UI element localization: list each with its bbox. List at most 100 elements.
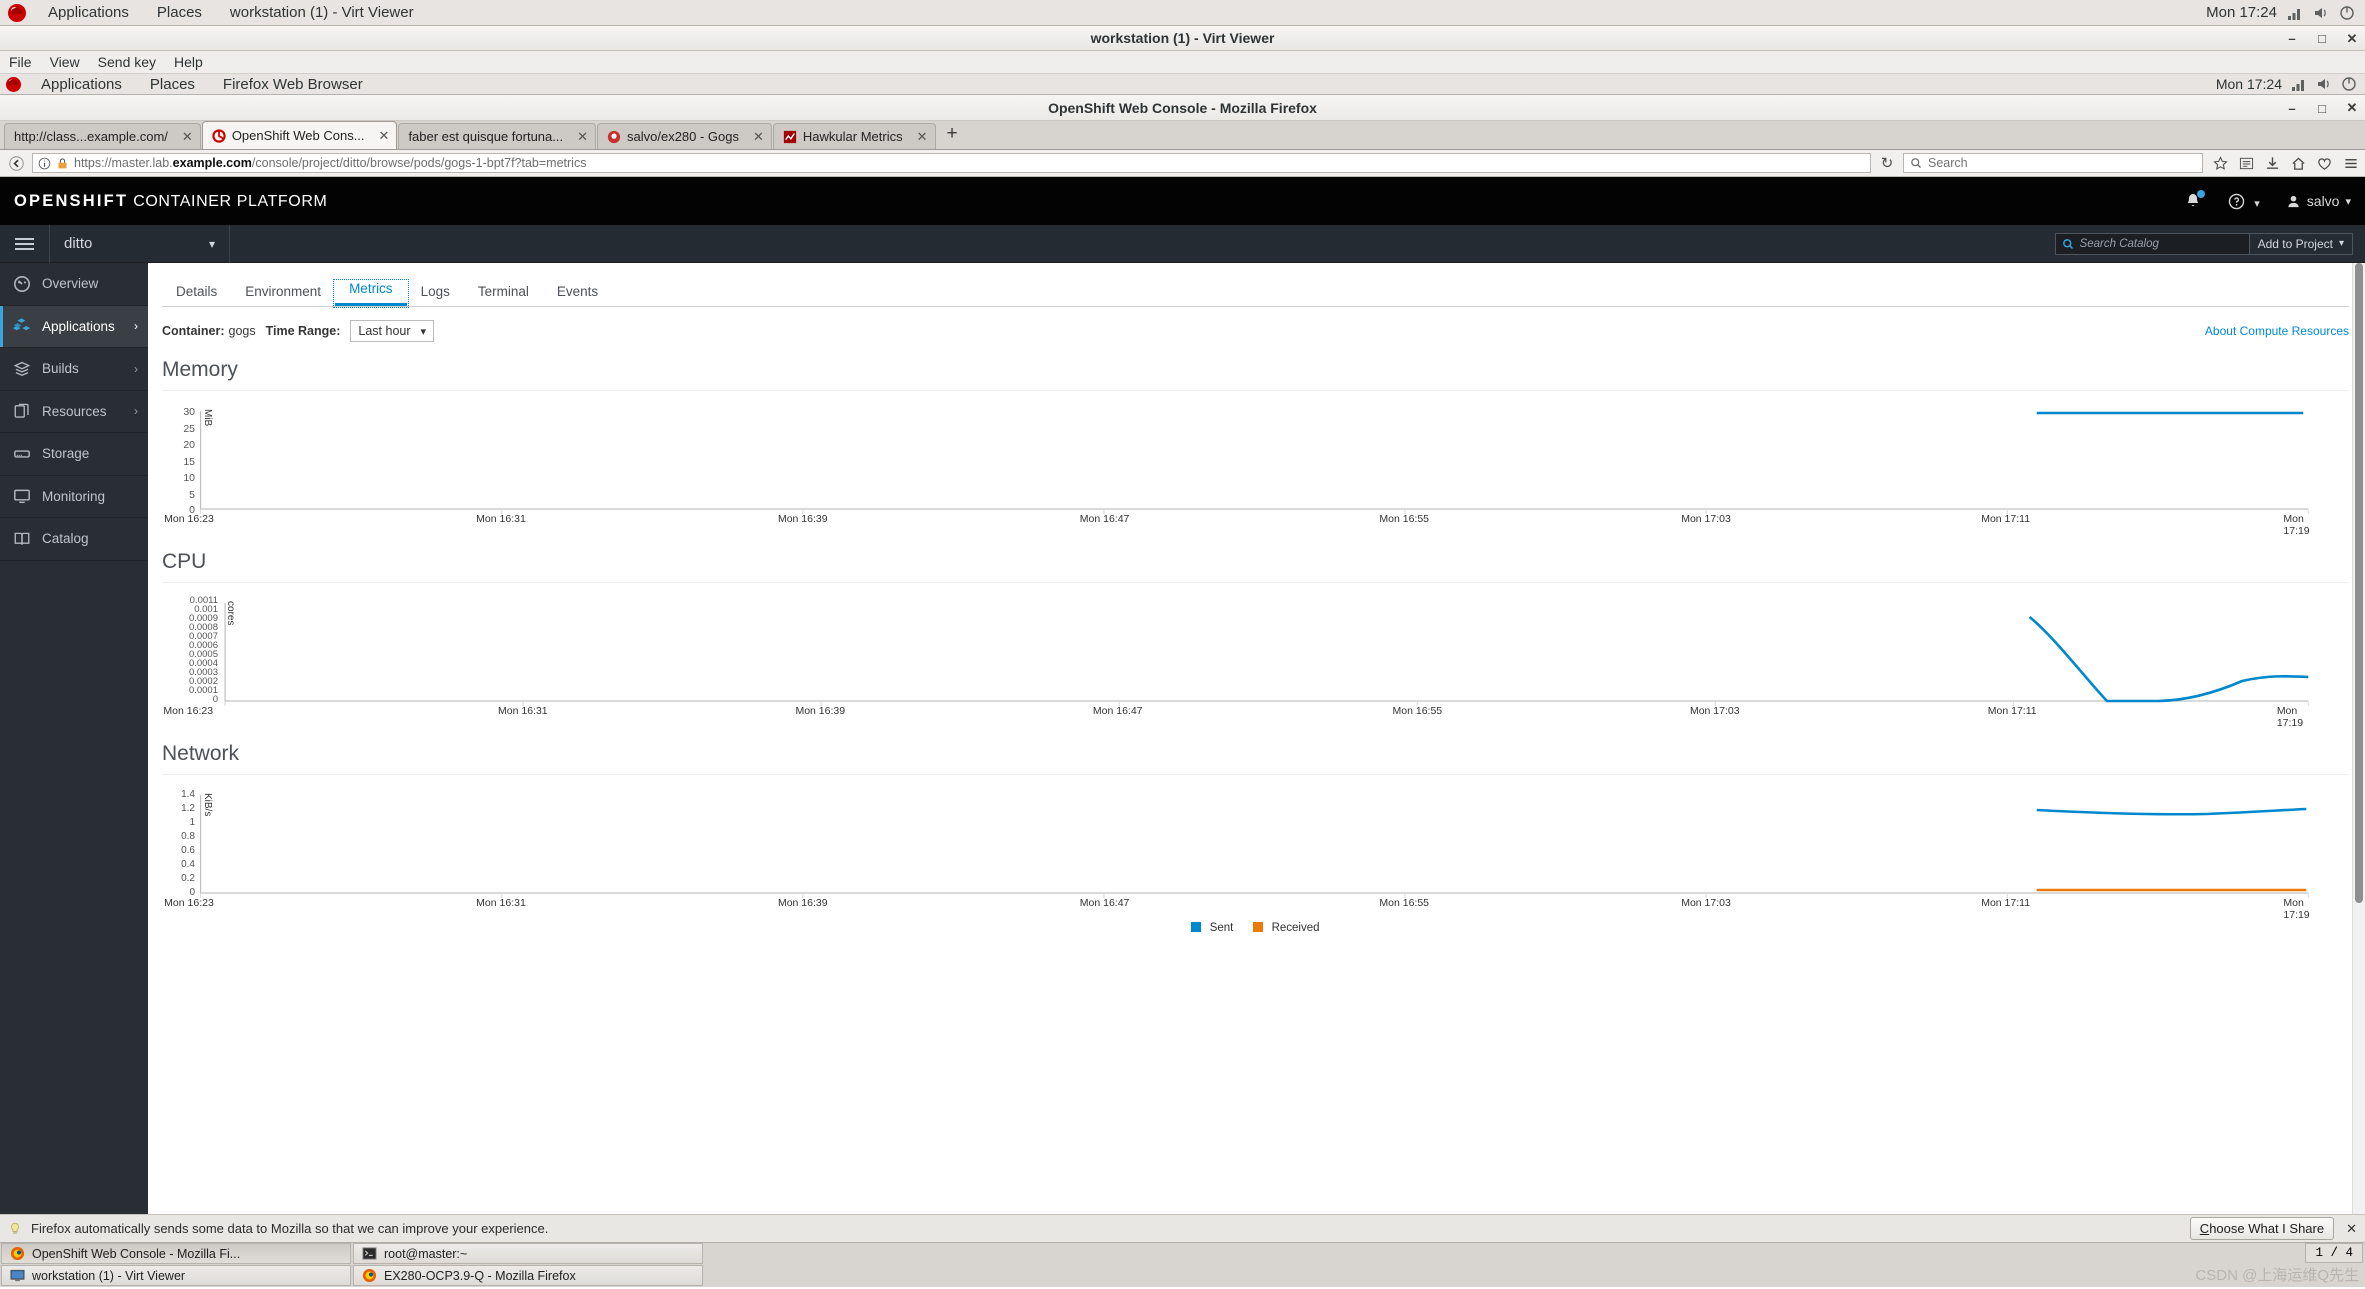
hamburger-menu-icon[interactable] (2343, 156, 2359, 171)
tab-close-icon[interactable]: ✕ (917, 129, 928, 145)
cpu-y-ticks: 0.0011 0.001 0.0009 0.0008 0.0007 0.0006… (162, 596, 222, 704)
user-menu[interactable]: salvo ▾ (2286, 193, 2351, 209)
scrollbar-thumb[interactable] (2355, 263, 2363, 903)
taskbar-button-3[interactable]: EX280-OCP3.9-Q - Mozilla Firefox (353, 1265, 703, 1286)
volume-icon[interactable] (2316, 76, 2332, 92)
cubes-icon (12, 317, 31, 336)
virt-viewer-maximize-button[interactable]: □ (2315, 31, 2329, 46)
back-button[interactable] (6, 153, 26, 173)
sidebar-item-builds[interactable]: Builds › (0, 348, 148, 391)
taskbar-button-2[interactable]: workstation (1) - Virt Viewer (1, 1265, 351, 1286)
library-icon[interactable] (2317, 156, 2332, 171)
taskbar-button-1[interactable]: root@master:~ (353, 1243, 703, 1264)
sidebar-item-catalog[interactable]: Catalog (0, 518, 148, 561)
files-icon (12, 402, 31, 421)
lock-warning-icon[interactable] (56, 157, 69, 170)
legend-label: Received (1271, 922, 1320, 934)
browser-tab-2[interactable]: faber est quisque fortuna... ✕ (398, 123, 596, 149)
legend-entry-sent[interactable]: Sent (1191, 922, 1233, 934)
avatar-icon (2288, 195, 2299, 207)
guest-clock[interactable]: Mon 17:24 (2216, 76, 2282, 92)
sidebar-item-label: Monitoring (42, 488, 106, 504)
menu-help[interactable]: Help (165, 54, 212, 70)
tab-metrics[interactable]: Metrics (333, 279, 409, 308)
layers-icon (12, 359, 31, 378)
download-icon[interactable] (2265, 156, 2280, 171)
help-menu[interactable]: ▾ (2228, 193, 2260, 210)
menu-file[interactable]: File (0, 54, 41, 70)
tab-environment[interactable]: Environment (231, 284, 335, 306)
tab-details[interactable]: Details (162, 284, 231, 306)
volume-icon[interactable] (2313, 5, 2329, 21)
page-scrollbar[interactable] (2352, 263, 2365, 1214)
host-clock[interactable]: Mon 17:24 (2206, 4, 2277, 21)
sidebar-item-overview[interactable]: Overview (0, 263, 148, 306)
nav-toggle-button[interactable] (0, 224, 50, 263)
sidebar-item-resources[interactable]: Resources › (0, 391, 148, 433)
host-applications-menu[interactable]: Applications (34, 4, 143, 21)
power-icon[interactable] (2339, 5, 2355, 21)
network-x-ticks: Mon 16:23 Mon 16:31 Mon 16:39 Mon 16:47 … (162, 897, 2349, 921)
divider (162, 390, 2349, 391)
sidebar-item-storage[interactable]: Storage (0, 433, 148, 476)
add-to-project-button[interactable]: Add to Project ▾ (2249, 232, 2353, 255)
power-icon[interactable] (2341, 76, 2357, 92)
browser-tab-3[interactable]: salvo/ex280 - Gogs ✕ (597, 123, 772, 149)
sidebar-item-applications[interactable]: Applications › (0, 305, 148, 348)
tab-label: salvo/ex280 - Gogs (627, 129, 740, 144)
guest-applications-menu[interactable]: Applications (27, 76, 136, 93)
tab-close-icon[interactable]: ✕ (379, 128, 390, 144)
virt-viewer-minimize-button[interactable]: – (2285, 31, 2299, 46)
tab-logs[interactable]: Logs (407, 284, 464, 306)
menu-send-key[interactable]: Send key (89, 54, 165, 70)
openshift-brand[interactable]: OPENSHIFT CONTAINER PLATFORM (14, 192, 327, 211)
tab-close-icon[interactable]: ✕ (577, 129, 588, 145)
browser-tab-4[interactable]: Hawkular Metrics ✕ (772, 123, 936, 149)
notification-close-icon[interactable]: ✕ (2346, 1221, 2357, 1237)
home-icon[interactable] (2291, 156, 2306, 171)
guest-window-title[interactable]: Firefox Web Browser (209, 76, 377, 93)
network-icon[interactable] (2291, 76, 2307, 92)
time-range-select[interactable]: Last hour ▾ (350, 320, 435, 342)
menu-view[interactable]: View (41, 54, 89, 70)
guest-places-menu[interactable]: Places (136, 76, 209, 93)
memory-chart-area[interactable]: 30 25 20 15 10 5 0 MiB Mon 16:23 Mon 16:… (162, 405, 2349, 537)
project-selector[interactable]: ditto ▾ (50, 224, 230, 263)
y-tick: 0.2 (181, 873, 195, 884)
legend-entry-received[interactable]: Received (1253, 922, 1320, 934)
workspace-pager[interactable]: 1 / 4 (2305, 1243, 2363, 1263)
reload-button[interactable]: ↻ (1877, 153, 1897, 173)
x-tick: Mon 17:11 (1981, 897, 2031, 909)
catalog-search-input[interactable]: Search Catalog (2054, 232, 2250, 255)
tab-events[interactable]: Events (543, 284, 612, 306)
page-info-icon[interactable] (38, 157, 51, 170)
firefox-icon (362, 1268, 377, 1283)
sidebar-item-monitoring[interactable]: Monitoring (0, 476, 148, 518)
about-compute-resources-link[interactable]: About Compute Resources (2205, 324, 2349, 338)
network-chart-area[interactable]: 1.4 1.2 1 0.8 0.6 0.4 0.2 0 KiB/s Mon 16… (162, 789, 2349, 921)
firefox-maximize-button[interactable]: □ (2315, 101, 2329, 116)
firefox-minimize-button[interactable]: – (2285, 101, 2299, 116)
cpu-chart-area[interactable]: 0.0011 0.001 0.0009 0.0008 0.0007 0.0006… (162, 596, 2349, 729)
x-tick: Mon 16:55 (1392, 705, 1443, 717)
tab-terminal[interactable]: Terminal (464, 284, 543, 306)
browser-tab-0[interactable]: http://class...example.com/ ✕ (4, 123, 201, 149)
new-tab-button[interactable]: + (937, 123, 968, 147)
browser-tab-1[interactable]: OpenShift Web Cons... ✕ (201, 121, 398, 149)
virt-viewer-close-button[interactable]: ✕ (2345, 31, 2359, 47)
reader-view-icon[interactable] (2239, 156, 2254, 171)
search-bar[interactable]: Search (1903, 153, 2203, 173)
network-icon[interactable] (2287, 5, 2303, 21)
host-places-menu[interactable]: Places (143, 4, 216, 21)
notification-badge (2197, 190, 2206, 198)
bookmark-star-icon[interactable] (2213, 155, 2228, 171)
tab-close-icon[interactable]: ✕ (182, 129, 193, 145)
firefox-close-button[interactable]: ✕ (2345, 100, 2359, 116)
bell-icon[interactable] (2184, 190, 2206, 210)
x-tick: Mon 16:31 (476, 897, 526, 909)
taskbar-button-0[interactable]: OpenShift Web Console - Mozilla Fi... (1, 1243, 351, 1264)
host-window-title[interactable]: workstation (1) - Virt Viewer (216, 4, 428, 21)
choose-what-i-share-button[interactable]: Choose What I Share (2189, 1217, 2335, 1240)
tab-close-icon[interactable]: ✕ (753, 129, 764, 145)
url-bar[interactable]: https://master.lab.example.com/console/p… (32, 153, 1871, 173)
